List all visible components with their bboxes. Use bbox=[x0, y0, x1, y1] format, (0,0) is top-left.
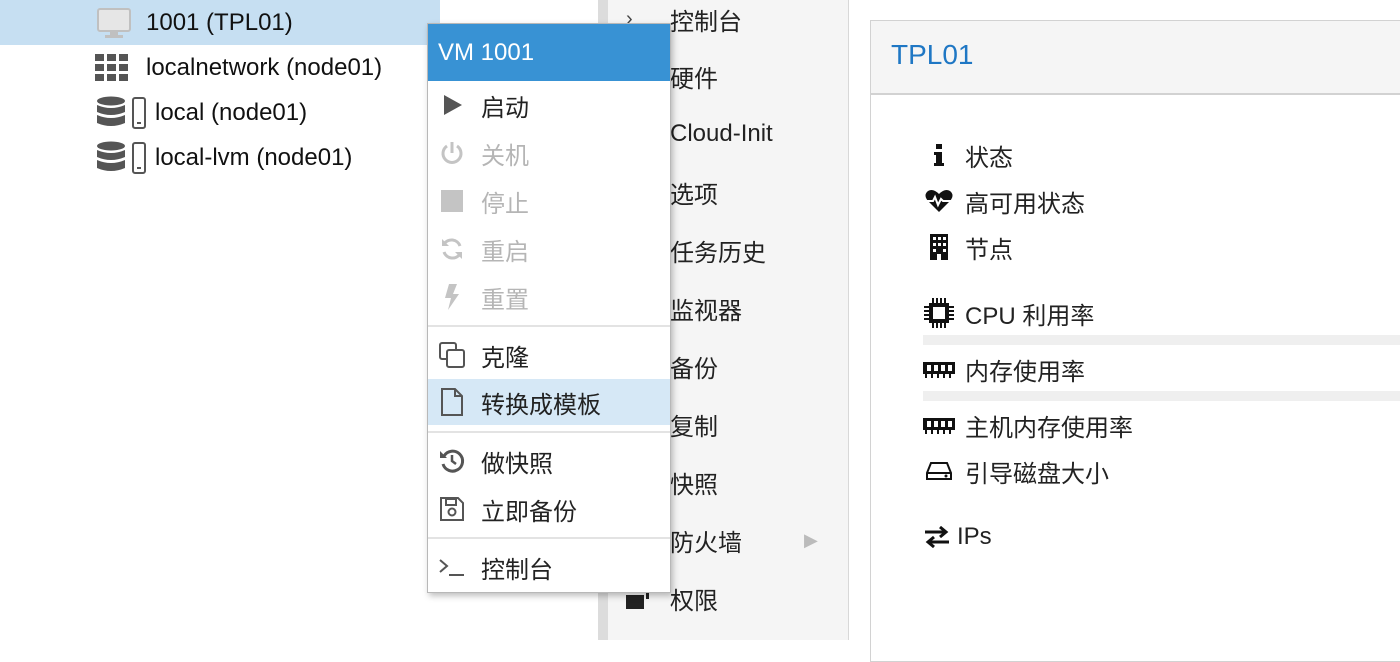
terminal-icon bbox=[438, 553, 466, 581]
menu-separator bbox=[428, 431, 670, 433]
status-row-node: 节点 bbox=[923, 227, 1013, 267]
menu-item-shutdown[interactable]: 关机 bbox=[428, 130, 670, 176]
bolt-icon bbox=[438, 283, 466, 311]
menu-item-label: 控制台 bbox=[481, 556, 553, 584]
status-row-label: IPs bbox=[957, 523, 992, 550]
clone-icon bbox=[438, 341, 466, 369]
memory-icon bbox=[923, 360, 955, 378]
status-panel: TPL01 状态 高可用状态 节点 CPU 利用率 内存使用率 主机内存使用率 … bbox=[870, 20, 1400, 662]
nav-item-label: 硬件 bbox=[670, 65, 718, 93]
network-grid-icon bbox=[95, 53, 129, 83]
nav-item-label: 复制 bbox=[670, 413, 718, 441]
refresh-icon bbox=[438, 235, 466, 263]
menu-item-label: 立即备份 bbox=[481, 498, 577, 526]
nav-item-label: 快照 bbox=[670, 471, 718, 499]
save-icon bbox=[438, 495, 466, 523]
nav-item-label: 任务历史 bbox=[670, 239, 766, 267]
nav-item-label: 选项 bbox=[670, 181, 718, 209]
usage-bar bbox=[923, 391, 1400, 401]
heartbeat-icon bbox=[923, 189, 955, 213]
menu-item-label: 重置 bbox=[481, 286, 529, 314]
status-row-label: 高可用状态 bbox=[965, 190, 1085, 218]
status-row-state: 状态 bbox=[923, 135, 1013, 175]
menu-item-clone[interactable]: 克隆 bbox=[428, 332, 670, 378]
nav-item-label: 防火墙 bbox=[670, 529, 742, 557]
status-row-label: CPU 利用率 bbox=[965, 302, 1095, 330]
exchange-icon bbox=[921, 526, 953, 548]
power-icon bbox=[438, 139, 466, 167]
file-icon bbox=[438, 388, 466, 416]
expand-arrow-icon[interactable]: ▶ bbox=[804, 530, 818, 551]
menu-item-backup-now[interactable]: 立即备份 bbox=[428, 486, 670, 532]
status-row-ips: IPs bbox=[921, 517, 992, 557]
panel-header: TPL01 bbox=[871, 21, 1400, 95]
nav-item-label: 控制台 bbox=[670, 8, 742, 36]
storage-icon bbox=[96, 141, 150, 175]
panel-title: TPL01 bbox=[891, 39, 974, 70]
tree-item-label: localnetwork (node01) bbox=[146, 53, 383, 81]
menu-item-label: 停止 bbox=[481, 190, 529, 218]
template-monitor-icon bbox=[96, 7, 132, 39]
menu-item-reset[interactable]: 重置 bbox=[428, 274, 670, 320]
status-row-label: 内存使用率 bbox=[965, 358, 1085, 386]
menu-item-convert-to-template[interactable]: 转换成模板 bbox=[428, 379, 670, 425]
context-menu-title-text: VM 1001 bbox=[438, 38, 535, 66]
menu-separator bbox=[428, 537, 670, 539]
context-menu-title: VM 1001 bbox=[428, 24, 670, 81]
status-row-label: 引导磁盘大小 bbox=[965, 460, 1109, 488]
vm-context-menu: VM 1001 启动 关机 停止 重启 重置 克隆 转换成模板 做快照 立即备份… bbox=[427, 23, 671, 593]
menu-item-label: 做快照 bbox=[481, 450, 553, 478]
menu-item-reboot[interactable]: 重启 bbox=[428, 226, 670, 272]
status-row-memory: 内存使用率 bbox=[923, 349, 1085, 389]
nav-item-label: Cloud-Init bbox=[670, 120, 773, 147]
menu-item-console[interactable]: 控制台 bbox=[428, 544, 670, 590]
menu-item-label: 克隆 bbox=[481, 344, 529, 372]
memory-icon bbox=[923, 416, 955, 434]
nav-item-label: 备份 bbox=[670, 355, 718, 383]
history-icon bbox=[438, 447, 466, 475]
info-icon bbox=[923, 144, 955, 166]
usage-bar bbox=[923, 335, 1400, 345]
menu-item-label: 启动 bbox=[481, 94, 529, 122]
tree-item-label: 1001 (TPL01) bbox=[146, 8, 293, 36]
tree-item-label: local (node01) bbox=[155, 98, 308, 126]
status-row-ha: 高可用状态 bbox=[923, 181, 1085, 221]
menu-item-stop[interactable]: 停止 bbox=[428, 178, 670, 224]
menu-item-label: 关机 bbox=[481, 142, 529, 170]
menu-separator bbox=[428, 325, 670, 327]
storage-icon bbox=[96, 96, 150, 130]
menu-item-start[interactable]: 启动 bbox=[428, 82, 670, 128]
menu-item-take-snapshot[interactable]: 做快照 bbox=[428, 438, 670, 484]
play-icon bbox=[438, 91, 466, 119]
status-row-boot-disk: 引导磁盘大小 bbox=[923, 451, 1109, 491]
hdd-icon bbox=[923, 461, 955, 481]
nav-item-label: 权限 bbox=[670, 587, 718, 615]
menu-item-label: 转换成模板 bbox=[481, 391, 601, 419]
nav-item-label: 监视器 bbox=[670, 297, 742, 325]
menu-item-label: 重启 bbox=[481, 238, 529, 266]
status-row-label: 节点 bbox=[965, 236, 1013, 264]
stop-icon bbox=[438, 187, 466, 215]
status-row-label: 状态 bbox=[965, 144, 1013, 172]
status-row-cpu: CPU 利用率 bbox=[923, 293, 1094, 333]
tree-item-label: local-lvm (node01) bbox=[155, 143, 353, 171]
building-icon bbox=[923, 234, 955, 260]
status-row-host-memory: 主机内存使用率 bbox=[923, 405, 1133, 445]
tree-item-vm-1001[interactable]: 1001 (TPL01) bbox=[0, 0, 440, 45]
status-row-label: 主机内存使用率 bbox=[965, 414, 1133, 442]
cpu-icon bbox=[923, 298, 955, 328]
